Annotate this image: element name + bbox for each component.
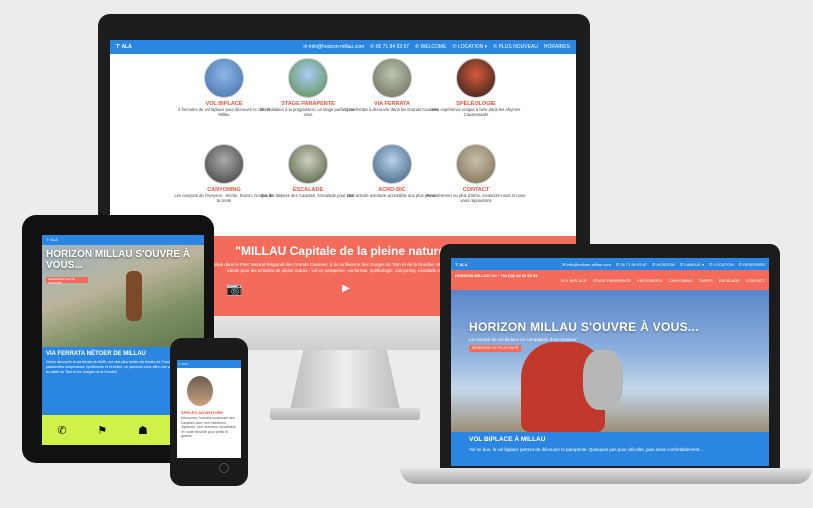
cave-photo [187, 376, 213, 406]
laptop-section-title: VOL BIPLACE À MILLAU [469, 436, 546, 443]
laptop-base [400, 468, 812, 484]
laptop-menu: VOL BIPLACE STAGE PARAPENTE VIA FERRATA … [455, 278, 765, 283]
tablet-navbar: T' ALA [42, 235, 204, 245]
desktop-nav-link[interactable]: ✆ 06 71 84 93 67 [370, 44, 409, 50]
phone-screen: T' ALA SPÉLÉO ADVENTURE Découvrez l'univ… [177, 360, 241, 458]
laptop-topbar: T' ALA ✉ info@horizon-millau.com ✆ 06 71… [451, 258, 769, 270]
laptop-section-text: Vol en duo, le vol biplace permet de déc… [469, 447, 704, 452]
acro-photo-icon [372, 144, 412, 184]
menu-item[interactable]: ESCALADE [719, 278, 740, 283]
climbing-photo-icon [288, 144, 328, 184]
desktop-monitor-stand [290, 350, 400, 410]
activity-card-speleologie[interactable]: SPÉLÉOLOGIE Une expérience unique à fair… [426, 58, 526, 117]
desktop-nav-link[interactable]: ✆ LOCATION ▾ [452, 44, 487, 50]
laptop-top-link[interactable]: ✆ HORIZON [652, 262, 675, 267]
paraglider-photo-icon [288, 58, 328, 98]
desktop-navbar: T' ALA ✉ info@horizon-millau.com ✆ 06 71… [110, 40, 576, 54]
phone-title: SPÉLÉO ADVENTURE [181, 410, 224, 415]
menu-item[interactable]: VIA FERRATA [637, 278, 662, 283]
climber-photo [126, 271, 142, 321]
tablet-hero-badge[interactable]: RÉSERVER CETTE ACTIVITÉ [46, 277, 88, 285]
youtube-icon[interactable]: ▶ [338, 282, 354, 296]
paraglider-passenger-photo [583, 350, 623, 410]
laptop-section: VOL BIPLACE À MILLAU Vol en duo, le vol … [451, 432, 769, 466]
activity-card-contact[interactable]: CONTACT Pour réserver ou plus d'infos, c… [426, 144, 526, 203]
cliff-photo-icon [372, 58, 412, 98]
cave-photo-icon [456, 58, 496, 98]
desktop-nav-links: ✉ info@horizon-millau.com ✆ 06 71 84 93 … [303, 44, 570, 50]
menu-item[interactable]: VOL BIPLACE [561, 278, 587, 283]
laptop-top-link[interactable]: ✉ info@horizon-millau.com [562, 262, 611, 267]
desktop-nav-link[interactable]: ✆ WELCOME [415, 44, 446, 50]
phone-text: Découvrez l'univers souterrain des Causs… [181, 416, 236, 438]
laptop-menu-bar: HORIZON MILLAU Tél : +33 (0)6 84 94 00 5… [451, 270, 769, 290]
tablet-logo[interactable]: T' ALA [46, 237, 58, 242]
menu-item[interactable]: STAGE PARAPENTE [593, 278, 631, 283]
phone-logo[interactable]: T' ALA [179, 362, 188, 366]
laptop-screen: T' ALA ✉ info@horizon-millau.com ✆ 06 71… [451, 258, 769, 466]
phone-icon[interactable]: ✆ [57, 424, 66, 437]
desktop-monitor-foot [270, 408, 420, 420]
canyon-photo-icon [204, 144, 244, 184]
laptop-top-links: ✉ info@horizon-millau.com ✆ 06 71 84 93 … [562, 262, 765, 267]
desktop-nav-link[interactable]: ✆ PLUS NOUVEAU [493, 44, 538, 50]
laptop-hero-title: HORIZON MILLAU S'OUVRE À VOUS... [469, 320, 699, 334]
contact-photo-icon [456, 144, 496, 184]
desktop-logo[interactable]: T' ALA [116, 44, 132, 50]
laptop-top-link[interactable]: ✆ 06 71 84 93 67 [616, 262, 647, 267]
phone-home-button [219, 463, 229, 473]
laptop-top-link[interactable]: ✆ RÉSERVER [739, 262, 765, 267]
laptop-hero-subtitle: Le crampe de vol biplace en compagnie d'… [469, 337, 577, 342]
shirt-icon[interactable]: ☗ [138, 424, 148, 437]
activity-desc: Une expérience unique à faire dans les A… [431, 107, 521, 117]
laptop-top-link[interactable]: ✆ LANGUE ▾ [680, 262, 704, 267]
phone-navbar: T' ALA [177, 360, 241, 368]
desktop-nav-link[interactable]: HORAIRES [544, 44, 570, 50]
tablet-hero-title: HORIZON MILLAU S'OUVRE À VOUS... [46, 249, 191, 271]
desktop-nav-link[interactable]: ✉ info@horizon-millau.com [303, 44, 364, 50]
sign-icon[interactable]: ⚑ [97, 424, 107, 437]
camera-icon[interactable]: 📷 [226, 282, 242, 296]
menu-item[interactable]: TARIFS [699, 278, 713, 283]
laptop-top-link[interactable]: ✆ LOCATION [709, 262, 734, 267]
laptop-logo[interactable]: T' ALA [455, 262, 468, 267]
menu-item[interactable]: CONTACT [746, 278, 765, 283]
menu-item[interactable]: CANYONING [668, 278, 692, 283]
paraglider-photo-icon [204, 58, 244, 98]
activity-desc: Pour réserver ou plus d'infos, contactez… [426, 193, 526, 203]
laptop-hero: HORIZON MILLAU S'OUVRE À VOUS... Le cram… [451, 290, 769, 432]
laptop-hero-badge[interactable]: RÉSERVER CETTE ACTIVITÉ [469, 345, 521, 352]
activity-grid: VOL BIPLACE 3 formules de vol biplace po… [110, 58, 576, 228]
